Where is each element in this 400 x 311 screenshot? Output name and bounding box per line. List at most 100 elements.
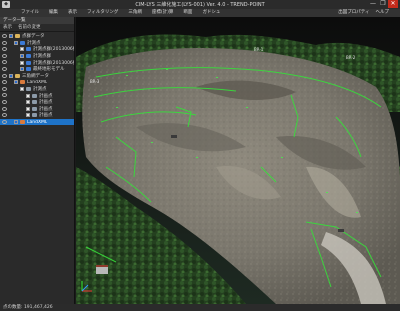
status-bar: 点の数量: 191,467,426 <box>0 304 400 311</box>
visibility-eye-icon[interactable] <box>2 119 7 124</box>
visibility-eye-icon[interactable] <box>2 106 7 111</box>
tree-row[interactable]: 計画点 <box>0 106 74 113</box>
menu-section[interactable]: 断面 <box>178 9 197 17</box>
tree-row-label: LandXML <box>27 119 48 125</box>
tree-row[interactable]: 計画点 <box>0 92 74 99</box>
tree-row[interactable]: 三角網データ <box>0 73 74 80</box>
app-window: ◆ CIM-LYS 三維化施工(LYS-001) Ver. 4.0 - TREN… <box>0 0 400 311</box>
visibility-eye-icon[interactable] <box>2 40 7 45</box>
visibility-eye-icon[interactable] <box>2 60 7 65</box>
structure-roof <box>96 265 108 267</box>
tree-checkbox[interactable] <box>20 87 24 92</box>
tree-row[interactable]: 点群データ <box>0 33 74 40</box>
structure-1 <box>171 135 177 138</box>
visibility-eye-icon[interactable] <box>2 86 7 91</box>
visibility-eye-icon[interactable] <box>2 47 7 52</box>
tree-row[interactable]: 計測点群(2013006撮影) <box>0 59 74 66</box>
menu-tin[interactable]: 三角網 <box>123 9 147 17</box>
layer-icon <box>32 100 37 105</box>
menu-edit[interactable]: 編集 <box>44 9 63 17</box>
pc-icon <box>26 47 31 52</box>
tree-row[interactable]: 最終地形モデル <box>0 66 74 73</box>
tree-row-label: 計測点 <box>33 87 47 93</box>
tree-row-label: 最終地形モデル <box>33 67 65 73</box>
tree-row[interactable]: LandXML <box>0 79 74 86</box>
tree-row[interactable]: LandXML <box>0 118 74 126</box>
menu-help[interactable]: ヘルプ <box>373 9 393 17</box>
visibility-eye-icon[interactable] <box>2 53 7 58</box>
tree-checkbox[interactable] <box>14 40 18 45</box>
tree-checkbox[interactable] <box>14 80 18 85</box>
tree-row[interactable]: 計画点 <box>0 112 74 119</box>
visibility-eye-icon[interactable] <box>2 80 7 85</box>
panel-header: 表示 名前の変更 <box>0 24 74 32</box>
tree-row-label: 計画点 <box>39 106 53 112</box>
visibility-eye-icon[interactable] <box>2 99 7 104</box>
pc-icon <box>26 67 31 72</box>
pc-icon <box>20 40 25 45</box>
tree-checkbox[interactable] <box>20 67 24 72</box>
viewport-label-2: BR-2 <box>346 55 356 60</box>
menu-print-properties[interactable]: 出図プロパティ <box>335 9 372 17</box>
tree-checkbox[interactable] <box>20 47 24 52</box>
viewport-label-1: BR-1 <box>254 47 264 52</box>
visibility-eye-icon[interactable] <box>2 93 7 98</box>
tin-icon <box>20 80 25 85</box>
menu-filtering[interactable]: フィルタリング <box>82 9 123 17</box>
status-text: 点の数量: 191,467,426 <box>3 305 53 310</box>
app-logo-icon: ◆ <box>2 1 10 8</box>
close-button[interactable]: ✕ <box>388 0 398 8</box>
viewport-label-3: BR-3 <box>90 79 100 84</box>
tree-checkbox[interactable] <box>20 54 24 59</box>
pc-icon <box>26 54 31 59</box>
window-title: CIM-LYS 三維化施工(LYS-001) Ver. 4.0 - TREND-… <box>135 2 265 8</box>
visibility-eye-icon[interactable] <box>2 113 7 118</box>
menu-file[interactable]: ファイル <box>16 9 44 17</box>
menu-view[interactable]: 表示 <box>63 9 82 17</box>
tree-checkbox[interactable] <box>26 100 30 105</box>
maximize-button[interactable]: ❐ <box>378 0 388 8</box>
tree-row[interactable]: 計測点群(2013006撮影) <box>0 46 74 53</box>
layer-icon <box>32 93 37 98</box>
tree-row[interactable]: 計測点 <box>0 40 74 47</box>
menu-extra[interactable]: ガドシュ <box>197 9 225 17</box>
tree-checkbox[interactable] <box>26 113 30 118</box>
tree-row-label: 三角網データ <box>22 73 49 79</box>
tree-checkbox[interactable] <box>9 34 13 39</box>
tree-row-label: 計画点 <box>39 93 53 99</box>
menu-coordinate[interactable]: 座標(計)算 <box>147 9 179 17</box>
visibility-eye-icon[interactable] <box>2 66 7 71</box>
pc-icon <box>26 60 31 65</box>
tree-checkbox[interactable] <box>9 73 13 78</box>
menu-right-group: 出図プロパティ ヘルプ <box>335 9 392 17</box>
header-visible[interactable]: 表示 <box>0 24 15 32</box>
tin-icon <box>20 120 25 125</box>
menu-bar: ファイル 編集 表示 フィルタリング 三角網 座標(計)算 断面 ガドシュ 出図… <box>0 9 400 17</box>
tree-row[interactable]: 計測点 <box>0 86 74 93</box>
layer-icon <box>26 87 31 92</box>
tree-row[interactable]: 計画点 <box>0 99 74 106</box>
tree-row-label: 点群データ <box>22 34 45 40</box>
tree-checkbox[interactable] <box>14 120 18 125</box>
layer-icon <box>32 106 37 111</box>
tree-checkbox[interactable] <box>26 106 30 111</box>
tree-row-label: 計測点群(2013006撮影) <box>33 47 74 53</box>
tree-row-label: 計測点群 <box>33 54 51 60</box>
title-bar: ◆ CIM-LYS 三維化施工(LYS-001) Ver. 4.0 - TREN… <box>0 0 400 9</box>
data-list-panel: データ一覧 表示 名前の変更 点群データ計測点計測点群(2013006撮影)計測… <box>0 17 75 304</box>
point-cloud-view[interactable]: BR-1 BR-2 BR-3 <box>76 17 400 304</box>
minimize-button[interactable]: — <box>368 0 378 8</box>
tree-row-label: 計画点 <box>39 113 53 119</box>
tree-row[interactable]: 計測点群 <box>0 53 74 60</box>
tree-checkbox[interactable] <box>26 93 30 98</box>
visibility-eye-icon[interactable] <box>2 34 7 38</box>
3d-viewport[interactable]: BR-1 BR-2 BR-3 <box>76 17 400 304</box>
window-controls: — ❐ ✕ <box>368 0 398 8</box>
visibility-eye-icon[interactable] <box>2 73 7 78</box>
layer-icon <box>32 113 37 118</box>
folder-icon <box>15 34 20 39</box>
tree-checkbox[interactable] <box>20 60 24 65</box>
header-name[interactable]: 名前の変更 <box>15 24 44 32</box>
folder-icon <box>15 73 20 78</box>
tree-row-label: 計測点 <box>27 40 41 46</box>
